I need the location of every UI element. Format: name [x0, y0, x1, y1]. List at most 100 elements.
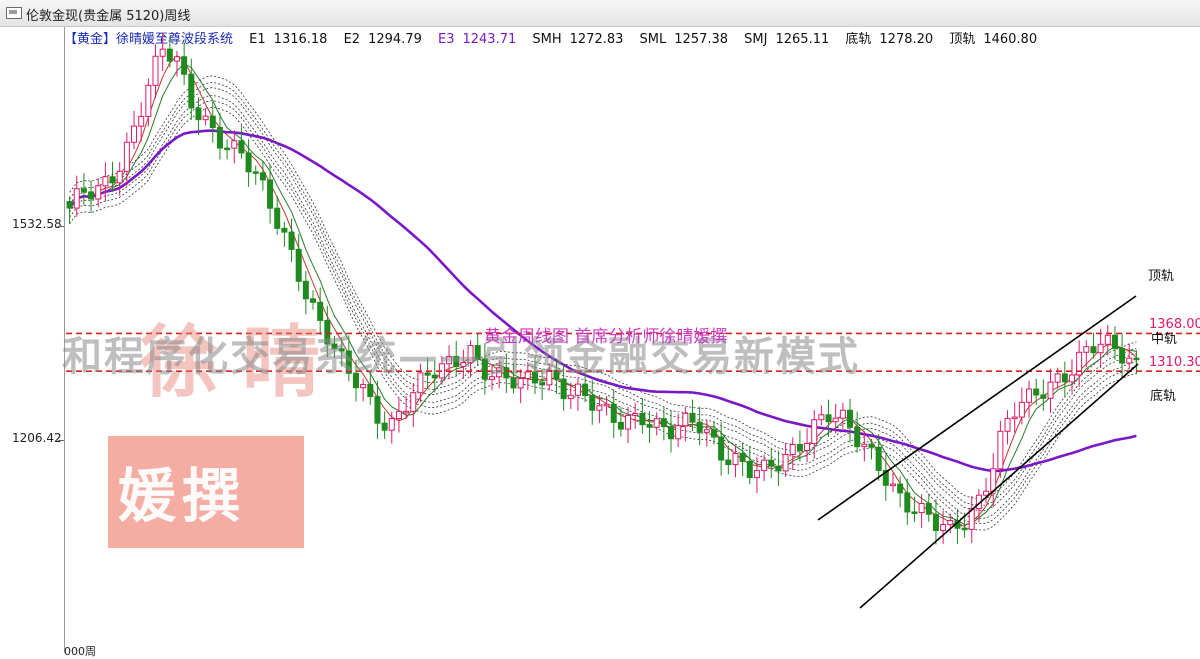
candle-body	[617, 421, 624, 430]
candle-body	[395, 410, 402, 420]
candle-body	[259, 172, 266, 181]
candle-body	[596, 405, 603, 411]
candle-body	[610, 403, 617, 423]
candle-body	[1061, 373, 1068, 383]
candle-body	[689, 412, 696, 423]
candle-body	[252, 171, 259, 174]
candle-body	[632, 412, 639, 416]
candle-body	[789, 443, 796, 456]
candle-body	[131, 125, 138, 143]
candle-body	[961, 527, 968, 531]
candle-body	[1083, 346, 1090, 353]
candle-body	[897, 483, 904, 494]
candle-body	[367, 383, 374, 398]
candle-body	[231, 140, 238, 149]
candle-body	[1040, 394, 1047, 399]
candle-body	[302, 280, 309, 300]
candle-body	[932, 513, 939, 531]
period-label: 000周	[64, 645, 96, 658]
candle-body	[696, 421, 703, 433]
candle-body	[410, 392, 417, 412]
candle-body	[1104, 334, 1111, 345]
candle-body	[1119, 347, 1126, 364]
candle-body	[166, 48, 173, 62]
candle-body	[847, 409, 854, 428]
candle-body	[173, 56, 180, 62]
candle-body	[109, 176, 116, 184]
candle-body	[639, 412, 646, 426]
candle-body	[918, 502, 925, 514]
candle-body	[209, 115, 216, 128]
candle-body	[274, 207, 281, 229]
candle-body	[718, 436, 725, 461]
candle-body	[145, 84, 152, 117]
candle-body	[875, 446, 882, 471]
candle-body	[682, 412, 689, 427]
candle-body	[295, 248, 302, 282]
candle-body	[796, 443, 803, 451]
candle-body	[73, 188, 80, 209]
candle-body	[625, 414, 632, 430]
ma-long-line	[68, 129, 1137, 473]
candle-body	[582, 383, 589, 397]
candle-body	[195, 107, 202, 121]
candle-body	[310, 298, 317, 303]
candle-body	[152, 55, 159, 86]
candle-body	[703, 429, 710, 433]
candle-body	[947, 519, 954, 526]
candle-body	[1026, 388, 1033, 403]
candle-body	[1018, 401, 1025, 418]
candle-body	[1097, 343, 1104, 354]
candle-body	[675, 425, 682, 440]
candle-body	[1054, 373, 1061, 383]
candle-body	[1011, 416, 1018, 420]
candle-body	[403, 410, 410, 414]
candle-body	[381, 422, 388, 431]
watermark-stamp-text: 媛撰	[118, 462, 247, 530]
top-rail-label: 顶轨	[1148, 269, 1175, 284]
candle-body	[603, 403, 610, 407]
candle-body	[739, 452, 746, 462]
mid-rail-label: 中轨	[1151, 332, 1178, 347]
candle-body	[1068, 374, 1075, 383]
candle-body	[1033, 388, 1040, 396]
candle-body	[710, 429, 717, 438]
candle-body	[1126, 357, 1133, 364]
candle-body	[1047, 381, 1054, 399]
candle-body	[839, 409, 846, 419]
candle-body	[388, 418, 395, 431]
candle-body	[1133, 357, 1140, 361]
candle-body	[560, 378, 567, 400]
candle-body	[911, 511, 918, 514]
candle-body	[224, 147, 231, 151]
candle-body	[80, 188, 87, 193]
chart-caption: 黄金周线图 首席分析师徐晴媛撰	[484, 327, 728, 347]
candle-body	[267, 179, 274, 209]
candle-body	[281, 227, 288, 233]
candle-body	[653, 418, 660, 428]
candle-body	[123, 141, 130, 172]
candle-body	[889, 483, 896, 487]
candle-body	[159, 48, 166, 57]
lower-level-price: 1310.30	[1149, 355, 1200, 370]
candle-body	[668, 426, 675, 440]
candle-body	[646, 424, 653, 428]
candle-body	[832, 417, 839, 423]
candle-body	[768, 459, 775, 467]
candle-body	[904, 492, 911, 513]
candle-body	[1090, 346, 1097, 354]
candle-body	[1004, 417, 1011, 432]
candle-body	[868, 443, 875, 448]
candle-body	[983, 490, 990, 496]
candle-body	[861, 443, 868, 448]
candle-body	[374, 396, 381, 424]
candle-body	[589, 395, 596, 411]
watermark-slogan: 和程序化交易系统——引领金融交易新模式	[62, 333, 860, 380]
candle-body	[811, 419, 818, 445]
bottom-rail-label: 底轨	[1150, 389, 1177, 404]
candle-body	[288, 231, 295, 250]
candle-body	[88, 191, 95, 200]
candle-body	[245, 152, 252, 173]
candle-body	[761, 459, 768, 472]
candle-body	[782, 454, 789, 472]
